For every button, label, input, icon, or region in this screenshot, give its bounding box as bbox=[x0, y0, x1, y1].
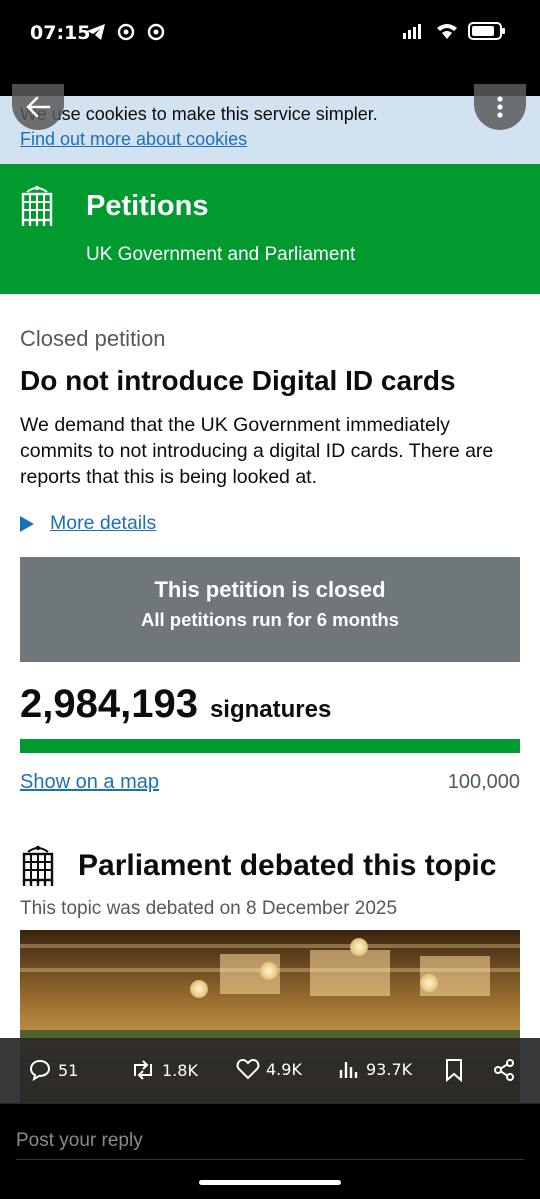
bookmark-button[interactable] bbox=[444, 1058, 464, 1082]
battery-icon bbox=[468, 22, 505, 40]
home-indicator[interactable] bbox=[199, 1180, 341, 1185]
share-button[interactable] bbox=[492, 1058, 516, 1082]
debate-title: Parliament debated this topic bbox=[78, 849, 497, 882]
signature-count-row: 2,984,193 signatures bbox=[20, 682, 520, 727]
signature-progress-fill bbox=[20, 739, 520, 753]
site-subtitle: UK Government and Parliament bbox=[86, 244, 356, 265]
share-icon bbox=[494, 1059, 514, 1081]
arrow-left-icon bbox=[26, 96, 51, 118]
signature-target: 100,000 bbox=[447, 771, 520, 793]
petition-closed-notice: This petition is closed All petitions ru… bbox=[20, 557, 520, 662]
telegram-icon bbox=[87, 24, 105, 40]
repost-icon bbox=[134, 1060, 152, 1080]
bookmark-icon bbox=[446, 1059, 462, 1082]
webpage: We use cookies to make this service simp… bbox=[0, 96, 540, 1103]
portcullis-icon[interactable] bbox=[20, 184, 54, 228]
cookie-text: We use cookies to make this service simp… bbox=[20, 104, 378, 124]
notification-icons bbox=[86, 22, 166, 42]
portcullis-icon bbox=[22, 845, 54, 886]
signal-icon bbox=[403, 24, 421, 39]
repost-button[interactable]: 1.8K bbox=[130, 1058, 198, 1082]
views-button[interactable]: 93.7K bbox=[338, 1058, 412, 1080]
views-count: 93.7K bbox=[366, 1059, 413, 1079]
show-on-map-link[interactable]: Show on a map bbox=[20, 771, 159, 794]
comment-icon bbox=[29, 1059, 51, 1082]
heart-icon bbox=[236, 1058, 260, 1080]
threads-icon bbox=[117, 23, 135, 41]
petition-status-label: Closed petition bbox=[20, 326, 166, 351]
repost-count: 1.8K bbox=[162, 1060, 198, 1080]
reply-input[interactable] bbox=[16, 1122, 524, 1160]
closed-notice-subtitle: All petitions run for 6 months bbox=[141, 609, 399, 630]
debate-heading-row: Parliament debated this topic bbox=[20, 844, 520, 888]
status-bar: 07:15 bbox=[0, 0, 540, 70]
more-vertical-icon bbox=[497, 96, 503, 118]
status-time: 07:15 bbox=[30, 22, 91, 44]
debate-date: This topic was debated on 8 December 202… bbox=[20, 898, 398, 919]
reply-count: 51 bbox=[58, 1060, 79, 1080]
cookie-banner: We use cookies to make this service simp… bbox=[0, 96, 540, 164]
threads-icon bbox=[147, 23, 165, 41]
cookie-info-link[interactable]: Find out more about cookies bbox=[20, 126, 247, 152]
wifi-icon bbox=[437, 24, 457, 39]
petition-content: Closed petition Do not introduce Digital… bbox=[0, 294, 540, 1103]
site-title[interactable]: Petitions bbox=[86, 190, 208, 223]
reply-area bbox=[0, 1104, 540, 1199]
reply-button[interactable]: 51 bbox=[28, 1058, 78, 1082]
signature-count: 2,984,193 bbox=[20, 682, 198, 726]
more-details-toggle[interactable]: More details bbox=[20, 512, 520, 535]
site-header: Petitions UK Government and Parliament bbox=[0, 164, 540, 294]
like-button[interactable]: 4.9K bbox=[236, 1058, 302, 1080]
petition-description: We demand that the UK Government immedia… bbox=[20, 414, 494, 488]
signature-label: signatures bbox=[209, 696, 332, 723]
system-icons bbox=[402, 22, 505, 40]
more-details-link[interactable]: More details bbox=[50, 512, 156, 535]
map-row: Show on a map 100,000 bbox=[20, 771, 520, 794]
petition-title: Do not introduce Digital ID cards bbox=[20, 365, 456, 396]
closed-notice-title: This petition is closed bbox=[154, 577, 386, 602]
triangle-right-icon bbox=[20, 515, 34, 532]
like-count: 4.9K bbox=[266, 1059, 302, 1079]
signature-progress-bar bbox=[20, 739, 520, 753]
bar-chart-icon bbox=[339, 1062, 358, 1078]
post-action-bar: 51 1.8K 4.9K 93.7K bbox=[0, 1038, 540, 1104]
